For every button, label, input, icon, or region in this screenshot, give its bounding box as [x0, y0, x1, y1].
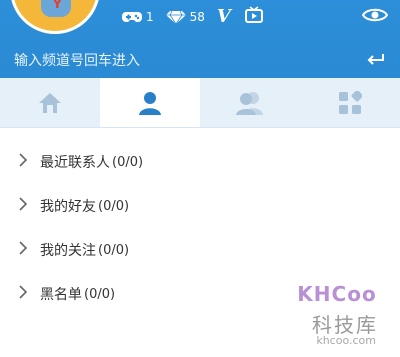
channel-search-bar — [0, 44, 400, 78]
diamond-count: 58 — [189, 10, 205, 24]
group-count: (0/0) — [84, 286, 116, 302]
game-stat[interactable]: 1 — [122, 10, 154, 24]
chevron-right-icon — [18, 153, 28, 171]
person-icon — [137, 90, 163, 116]
tab-friends[interactable] — [100, 78, 200, 127]
eye-icon[interactable] — [361, 6, 389, 28]
group-label: 最近联系人 — [40, 155, 110, 171]
group-my-friends[interactable]: 我的好友 (0/0) — [0, 184, 400, 228]
app-window: Y 1 58 V 输入频道号回车进入 最近联系人 (0/0) 我的好友 (0/0… — [0, 0, 400, 357]
avatar[interactable]: Y — [10, 0, 100, 34]
watermark-logo: KHCoo — [297, 282, 377, 306]
game-count: 1 — [146, 10, 154, 24]
contacts-icon — [235, 90, 265, 116]
channel-search-input[interactable] — [12, 44, 366, 78]
diamond-stat[interactable]: 58 — [165, 10, 205, 24]
gamepad-icon — [122, 10, 142, 24]
tv-icon[interactable] — [244, 6, 263, 28]
tab-home[interactable] — [0, 78, 100, 127]
tab-contacts[interactable] — [200, 78, 300, 127]
chevron-right-icon — [18, 197, 28, 215]
group-label: 黑名单 — [40, 287, 82, 303]
header: Y 1 58 V 输入频道号回车进入 — [0, 0, 400, 78]
group-count: (0/0) — [112, 154, 144, 170]
group-count: (0/0) — [98, 198, 130, 214]
tab-apps[interactable] — [300, 78, 400, 127]
group-label: 我的好友 — [40, 199, 96, 215]
tab-bar — [0, 78, 400, 128]
chevron-right-icon — [18, 241, 28, 259]
user-stats: 1 58 V — [122, 6, 263, 28]
watermark-url: khcoo.com — [316, 334, 376, 347]
vip-badge[interactable]: V — [217, 8, 231, 26]
group-count: (0/0) — [98, 242, 130, 258]
group-my-following[interactable]: 我的关注 (0/0) — [0, 228, 400, 272]
watermark: KHCoo 科技库 khcoo.com — [284, 279, 394, 351]
group-label: 我的关注 — [40, 243, 96, 259]
chevron-right-icon — [18, 285, 28, 303]
group-recent-contacts[interactable]: 最近联系人 (0/0) — [0, 140, 400, 184]
avatar-mark: Y — [53, 0, 62, 11]
apps-icon — [338, 90, 362, 115]
home-icon — [37, 91, 63, 115]
enter-icon[interactable] — [366, 52, 386, 71]
diamond-icon — [165, 10, 186, 24]
